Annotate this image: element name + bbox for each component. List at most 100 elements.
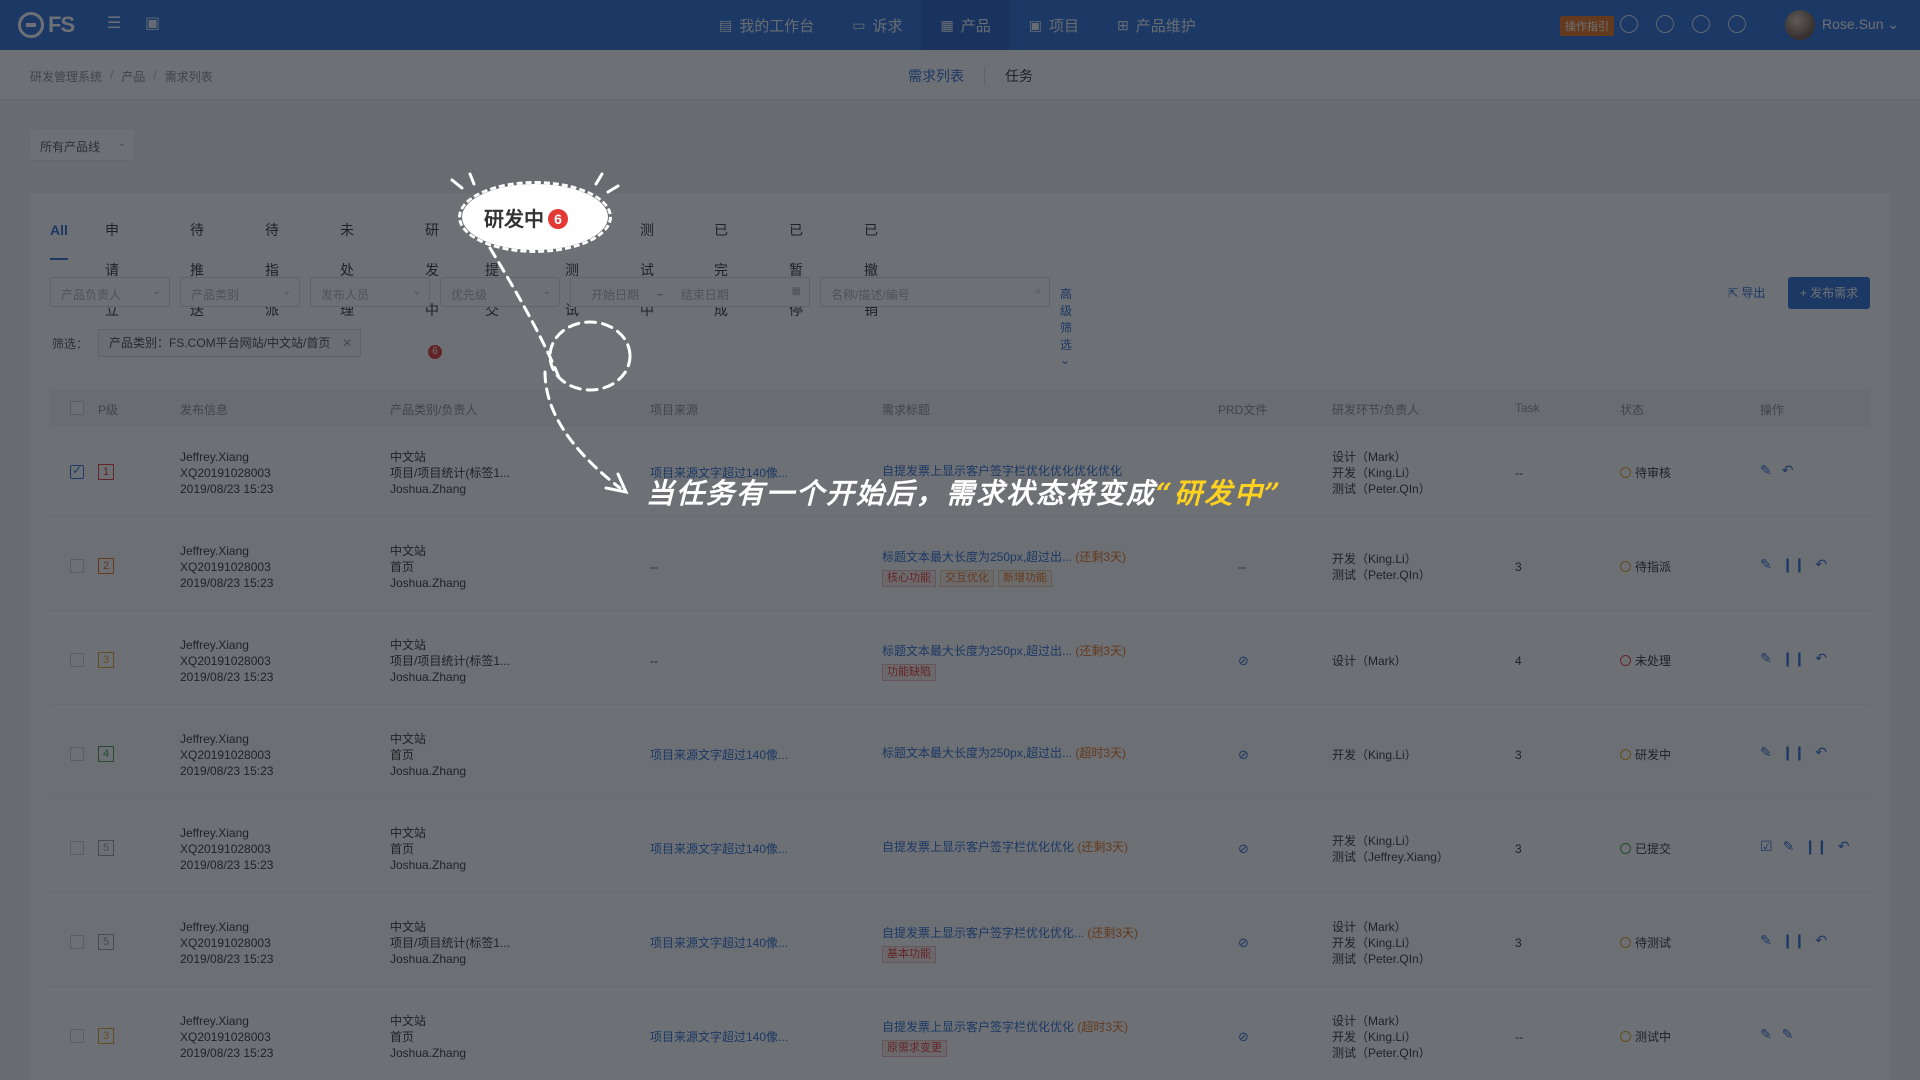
row-checkbox[interactable] xyxy=(70,653,84,667)
task-count: 3 xyxy=(1515,936,1522,950)
edit-icon[interactable]: ✎ xyxy=(1783,838,1795,855)
task-count: 4 xyxy=(1515,654,1522,668)
row-checkbox[interactable] xyxy=(70,559,84,573)
user-name[interactable]: Rose.Sun ⌄ xyxy=(1822,16,1899,33)
pause-icon[interactable]: ❙❙ xyxy=(1782,650,1805,667)
tab-status-1[interactable]: 申请立项 xyxy=(105,210,119,358)
table-row[interactable]: 3 Jeffrey.Xiang XQ20191028003 2019/08/23 1… xyxy=(50,993,1870,1080)
edit-icon[interactable]: ✎ xyxy=(1760,556,1772,573)
row-checkbox[interactable] xyxy=(70,747,84,761)
undo-icon[interactable]: ↶ xyxy=(1815,744,1827,761)
requirement-title[interactable]: 标题文本最大长度为250px,超过出... (还剩3天) 核心功能 交互优化 新增功… xyxy=(882,549,1126,587)
select-all-checkbox[interactable] xyxy=(70,401,84,415)
product-owner-select[interactable]: 产品负责人 ⌄ xyxy=(50,277,170,307)
tab-status-8[interactable]: 测试中 xyxy=(640,210,654,318)
col-priority[interactable]: P级 xyxy=(98,401,118,418)
priority-badge: 2 xyxy=(98,558,114,574)
publisher-select[interactable]: 发布人员 ⌄ xyxy=(310,277,430,307)
table-row[interactable]: 2 Jeffrey.Xiang XQ20191028003 2019/08/23 1… xyxy=(50,523,1870,611)
undo-icon[interactable]: ↶ xyxy=(1782,462,1794,479)
status-icon xyxy=(1620,561,1631,572)
row-checkbox[interactable] xyxy=(70,463,84,479)
export-button[interactable]: ⇱ 导出 xyxy=(1728,284,1765,301)
source-link[interactable]: 项目来源文字超过140像... xyxy=(650,1029,788,1045)
avatar[interactable] xyxy=(1785,10,1815,40)
edit-icon[interactable]: ✎ xyxy=(1760,1026,1772,1043)
breadcrumb-item[interactable]: 研发管理系统 xyxy=(30,68,102,85)
attachment-icon[interactable]: ⊘ xyxy=(1238,935,1249,951)
category-owner: 中文站 首页 Joshua.Zhang xyxy=(390,732,467,778)
tab-status-10[interactable]: 已暂停 xyxy=(789,210,803,318)
source-link[interactable]: 项目来源文字超过140像... xyxy=(650,747,788,763)
search-input[interactable]: 名称/描述/编号 ⌕ xyxy=(820,277,1050,307)
table-row[interactable]: 4 Jeffrey.Xiang XQ20191028003 2019/08/23 1… xyxy=(50,711,1870,799)
tab-status-5[interactable]: 研发中6 xyxy=(425,210,442,359)
nav-item-2[interactable]: ▦ 产品 xyxy=(921,0,1010,50)
tab-status-9[interactable]: 已完成 xyxy=(714,210,728,318)
nav-item-4[interactable]: ⊞ 产品维护 xyxy=(1098,0,1215,50)
edit-icon[interactable]: ✎ xyxy=(1760,932,1772,949)
publish-requirement-button[interactable]: + 发布需求 xyxy=(1788,277,1870,309)
guide-button[interactable]: 操作指引 xyxy=(1560,16,1614,36)
attachment-icon[interactable]: ⊘ xyxy=(1238,841,1249,857)
edit-icon[interactable]: ✎ xyxy=(1760,744,1772,761)
undo-icon[interactable]: ↶ xyxy=(1815,932,1827,949)
undo-icon[interactable]: ↶ xyxy=(1815,556,1827,573)
product-line-select[interactable]: 所有产品线 ⌄ xyxy=(30,130,134,160)
pause-icon[interactable]: ❙❙ xyxy=(1782,556,1805,573)
tab-status-4[interactable]: 未处理 xyxy=(340,210,354,318)
attachment-icon[interactable]: ⊘ xyxy=(1238,653,1249,669)
attachment-icon[interactable]: ⊘ xyxy=(1238,1029,1249,1045)
undo-icon[interactable]: ↶ xyxy=(1838,838,1850,855)
priority-select[interactable]: 优先级 ⌄ xyxy=(440,277,560,307)
requirement-title[interactable]: 标题文本最大长度为250px,超过出... (还剩3天) 功能缺陷 xyxy=(882,643,1126,681)
product-category-select[interactable]: 产品类别 ⌄ xyxy=(180,277,300,307)
edit-icon[interactable]: ✎ xyxy=(1760,650,1772,667)
tab-status-0[interactable]: All xyxy=(50,210,68,260)
date-range-picker[interactable]: 开始日期 ~ 结束日期 ▦ xyxy=(570,277,810,307)
review-icon[interactable]: ☑ xyxy=(1760,838,1773,855)
advanced-filter-link[interactable]: 高级筛选 ⌄ xyxy=(1060,285,1072,367)
globe-icon[interactable] xyxy=(1692,15,1710,33)
source-link[interactable]: 项目来源文字超过140像... xyxy=(650,935,788,951)
table-row[interactable]: 5 Jeffrey.Xiang XQ20191028003 2019/08/23 1… xyxy=(50,899,1870,987)
table-row[interactable]: 5 Jeffrey.Xiang XQ20191028003 2019/08/23 1… xyxy=(50,805,1870,893)
requirement-title[interactable]: 自提发票上显示客户签字栏优化优化 (还剩3天) xyxy=(882,839,1128,859)
tab-status-11[interactable]: 已撤销 xyxy=(864,210,878,318)
row-checkbox[interactable] xyxy=(70,841,84,855)
edit-icon[interactable]: ✎ xyxy=(1760,462,1772,479)
breadcrumb-item[interactable]: 产品 xyxy=(121,68,145,85)
refresh-icon[interactable] xyxy=(1656,15,1674,33)
undo-icon[interactable]: ↶ xyxy=(1815,650,1827,667)
table-row[interactable]: 3 Jeffrey.Xiang XQ20191028003 2019/08/23 1… xyxy=(50,617,1870,705)
compass-icon[interactable] xyxy=(1620,15,1638,33)
source-link[interactable]: 项目来源文字超过140像... xyxy=(650,841,788,857)
bell-icon[interactable] xyxy=(1728,15,1746,33)
requirement-title[interactable]: 自提发票上显示客户签字栏优化优化 (超时3天) 原需求变更 xyxy=(882,1019,1128,1057)
pause-icon[interactable]: ❙❙ xyxy=(1782,744,1805,761)
pause-icon[interactable]: ❙❙ xyxy=(1782,932,1805,949)
attachment-icon[interactable]: ⊘ xyxy=(1238,747,1249,763)
tab-status-2[interactable]: 待推送 xyxy=(190,210,204,318)
requirement-title[interactable]: 标题文本最大长度为250px,超过出... (超时3天) xyxy=(882,745,1126,765)
screen-icon[interactable]: ▣ xyxy=(145,15,163,33)
nav-item-0[interactable]: ▤ 我的工作台 xyxy=(700,0,833,50)
menu-icon[interactable]: ☰ xyxy=(107,15,125,33)
col-status: 状态 xyxy=(1620,403,1645,417)
row-actions: ☑ ✎ ❙❙ ↶ xyxy=(1760,838,1850,855)
col-publish-info[interactable]: 发布信息 xyxy=(180,401,228,418)
requirement-title[interactable]: 自提发票上显示客户签字栏优化优化... (还剩3天) 基本功能 xyxy=(882,925,1138,963)
row-checkbox[interactable] xyxy=(70,935,84,949)
filter-chip[interactable]: 产品类别：FS.COM平台网站/中文站/首页 ✕ xyxy=(98,329,362,357)
requirement-tag: 交互优化 xyxy=(940,570,994,587)
tab-status-3[interactable]: 待指派 xyxy=(265,210,279,318)
fs-logo[interactable]: FS xyxy=(18,10,75,40)
nav-item-1[interactable]: ▭ 诉求 xyxy=(833,0,921,50)
tab-tasks[interactable]: 任务 xyxy=(985,66,1053,86)
close-icon[interactable]: ✕ xyxy=(342,330,352,356)
pause-icon[interactable]: ❙❙ xyxy=(1804,838,1827,855)
edit-icon[interactable]: ✎ xyxy=(1782,1026,1794,1043)
row-checkbox[interactable] xyxy=(70,1029,84,1043)
nav-item-3[interactable]: ▣ 项目 xyxy=(1010,0,1098,50)
tab-requirement-list[interactable]: 需求列表 xyxy=(888,66,985,86)
